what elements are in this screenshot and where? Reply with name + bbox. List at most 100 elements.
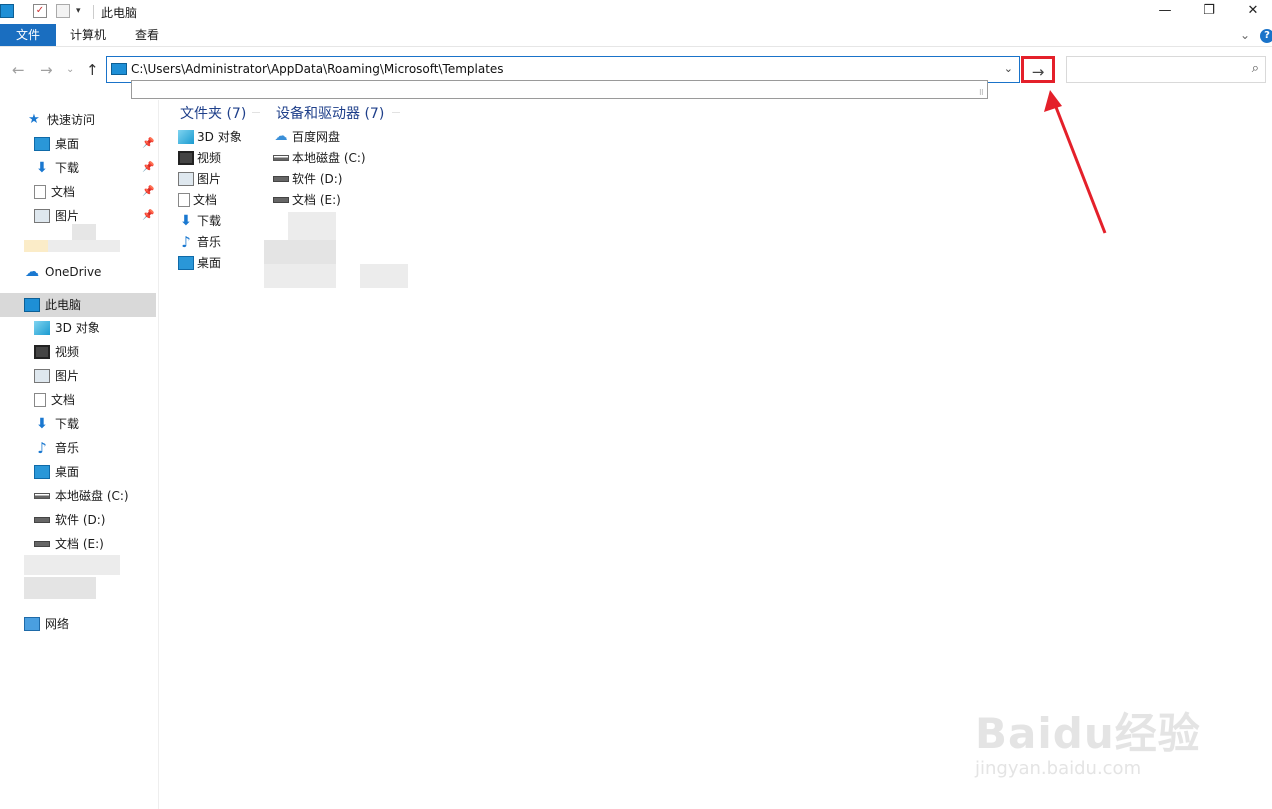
group-header-folders[interactable]: 文件夹 (7): [180, 103, 246, 123]
sidebar-item-quick-access[interactable]: ★ 快速访问: [26, 110, 95, 130]
recent-locations-button[interactable]: ⌄: [66, 64, 74, 75]
folder-pictures[interactable]: 图片: [178, 169, 221, 189]
device-drive-e[interactable]: 文档 (E:): [273, 190, 341, 210]
sidebar-item-label: 音乐: [55, 441, 80, 455]
pin-icon[interactable]: 📌: [142, 210, 154, 221]
sidebar-item-downloads[interactable]: ⬇ 下载: [34, 158, 79, 178]
sidebar-item-label: 网络: [45, 617, 70, 631]
go-button[interactable]: →: [1021, 56, 1055, 83]
sidebar-item-drive-e[interactable]: 文档 (E:): [34, 534, 104, 554]
folder-label: 下载: [197, 214, 222, 228]
group-divider: [392, 112, 400, 113]
3d-objects-icon: [178, 129, 194, 144]
title-separator: [93, 5, 94, 19]
system-drive-icon: [273, 154, 289, 161]
folder-documents[interactable]: 文档: [178, 190, 217, 210]
restore-button[interactable]: ❐: [1187, 0, 1231, 24]
properties-icon[interactable]: ✓: [33, 4, 47, 18]
watermark-url: jingyan.baidu.com: [975, 758, 1142, 779]
sidebar-item-documents-pc[interactable]: 文档: [34, 390, 75, 410]
download-icon: ⬇: [180, 212, 192, 229]
folder-downloads[interactable]: ⬇ 下载: [178, 211, 221, 231]
minimize-button[interactable]: —: [1143, 0, 1187, 24]
drive-icon: [34, 516, 50, 523]
address-suggestion-dropdown[interactable]: ⠿: [131, 80, 988, 99]
sidebar-item-this-pc[interactable]: 此电脑: [24, 295, 81, 315]
new-folder-icon[interactable]: [56, 4, 70, 18]
address-bar[interactable]: C:\Users\Administrator\AppData\Roaming\M…: [106, 56, 1020, 83]
document-icon: [178, 192, 190, 207]
desktop-icon: [34, 464, 50, 479]
sidebar-item-desktop-pc[interactable]: 桌面: [34, 462, 79, 482]
tab-view[interactable]: 查看: [135, 24, 159, 46]
back-button[interactable]: ←: [12, 61, 25, 79]
sidebar-item-label: 本地磁盘 (C:): [55, 489, 129, 503]
music-icon: ♪: [181, 232, 191, 251]
sidebar-item-3d-objects[interactable]: 3D 对象: [34, 318, 100, 338]
folder-label: 桌面: [197, 256, 222, 270]
annotation-arrow-icon: [1044, 90, 1107, 234]
star-icon: ★: [28, 111, 40, 127]
sidebar-item-desktop[interactable]: 桌面: [34, 134, 79, 154]
watermark-logo: Baidu经验: [975, 709, 1201, 758]
search-icon[interactable]: ⌕: [1252, 61, 1259, 76]
picture-icon: [34, 208, 50, 223]
sidebar-item-music[interactable]: ♪ 音乐: [34, 438, 79, 458]
network-icon: [24, 616, 40, 631]
device-baidu-netdisk[interactable]: ☁ 百度网盘: [273, 127, 341, 147]
sidebar-item-network[interactable]: 网络: [24, 614, 69, 634]
redacted-area: [24, 577, 96, 599]
desktop-icon: [178, 255, 194, 270]
redacted-area: [264, 240, 336, 264]
tab-file[interactable]: 文件: [0, 24, 56, 46]
document-icon: [34, 392, 46, 407]
drive-icon: [273, 196, 289, 203]
resize-grip-icon[interactable]: ⠿: [979, 89, 984, 97]
folder-videos[interactable]: 视频: [178, 148, 221, 168]
sidebar-item-videos[interactable]: 视频: [34, 342, 79, 362]
device-drive-c[interactable]: 本地磁盘 (C:): [273, 148, 366, 168]
sidebar-item-label: 3D 对象: [55, 321, 100, 335]
sidebar-item-drive-d[interactable]: 软件 (D:): [34, 510, 105, 530]
sidebar-item-pictures[interactable]: 图片: [34, 206, 79, 226]
cloud-icon: ☁: [25, 263, 39, 280]
customize-toolbar-icon[interactable]: ▾: [76, 4, 90, 18]
device-drive-d[interactable]: 软件 (D:): [273, 169, 342, 189]
sidebar-item-label: 文档: [51, 185, 76, 199]
pin-icon[interactable]: 📌: [142, 186, 154, 197]
folder-desktop[interactable]: 桌面: [178, 253, 221, 273]
pin-icon[interactable]: 📌: [142, 138, 154, 149]
drive-icon: [34, 540, 50, 547]
forward-button[interactable]: →: [40, 61, 53, 79]
up-button[interactable]: ↑: [86, 61, 99, 79]
sidebar-item-downloads-pc[interactable]: ⬇ 下载: [34, 414, 79, 434]
sidebar-item-label: 文档 (E:): [55, 537, 104, 551]
ribbon-collapse-icon[interactable]: ⌄: [1240, 24, 1250, 46]
this-pc-icon: [24, 297, 40, 312]
help-icon[interactable]: ?: [1260, 29, 1272, 43]
group-header-devices[interactable]: 设备和驱动器 (7): [276, 103, 384, 123]
sidebar-item-onedrive[interactable]: ☁ OneDrive: [24, 262, 101, 282]
device-label: 文档 (E:): [292, 193, 341, 207]
baidu-netdisk-icon: ☁: [274, 128, 288, 144]
sidebar-item-pictures-pc[interactable]: 图片: [34, 366, 79, 386]
address-input[interactable]: C:\Users\Administrator\AppData\Roaming\M…: [131, 62, 504, 76]
search-input[interactable]: ⌕: [1066, 56, 1266, 83]
sidebar-item-label: 视频: [55, 345, 80, 359]
address-dropdown-icon[interactable]: ⌄: [1004, 62, 1013, 75]
folder-label: 图片: [197, 172, 222, 186]
folder-3d-objects[interactable]: 3D 对象: [178, 127, 242, 147]
folder-label: 视频: [197, 151, 222, 165]
sidebar-item-drive-c[interactable]: 本地磁盘 (C:): [34, 486, 129, 506]
close-button[interactable]: ✕: [1231, 0, 1272, 24]
tab-computer[interactable]: 计算机: [70, 24, 106, 46]
sidebar-item-label: 桌面: [55, 465, 80, 479]
redacted-area: [48, 240, 120, 252]
pin-icon[interactable]: 📌: [142, 162, 154, 173]
redacted-area: [72, 224, 96, 240]
sidebar-item-documents[interactable]: 文档: [34, 182, 75, 202]
sidebar-item-label: 软件 (D:): [55, 513, 106, 527]
folder-music[interactable]: ♪ 音乐: [178, 232, 221, 252]
device-label: 本地磁盘 (C:): [292, 151, 366, 165]
title-bar: ✓ ▾ 此电脑 — ❐ ✕: [0, 0, 1272, 24]
